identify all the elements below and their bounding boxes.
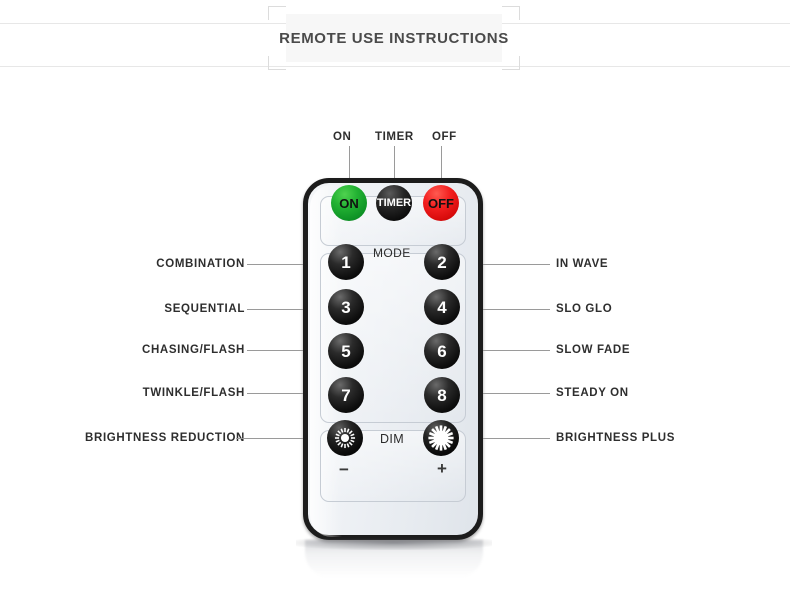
on-button-label: ON (339, 195, 359, 211)
callout-label-combination: COMBINATION (156, 258, 245, 270)
header-title-box: REMOTE USE INSTRUCTIONS (268, 6, 520, 70)
callout-label-chasing-flash: CHASING/FLASH (141, 344, 245, 356)
callout-label-slo-glo: SLO GLO (556, 303, 613, 315)
dim-plus-sign: + (437, 459, 447, 478)
leader-line-slo-glo (483, 309, 550, 310)
leader-line-combination (247, 264, 303, 265)
mode-button-2-label: 2 (437, 252, 447, 272)
leader-line-chasing-flash (247, 350, 303, 351)
leader-line-brightness-reduction (236, 438, 303, 439)
leader-line-slow-fade (483, 350, 550, 351)
dim-section-label: DIM (380, 432, 405, 446)
bracket-top-left-icon (268, 6, 286, 20)
mode-button-3[interactable]: 3 (328, 289, 364, 325)
callout-label-slow-fade: SLOW FADE (556, 344, 631, 356)
mode-button-6-label: 6 (437, 341, 447, 361)
leader-line-in-wave (483, 264, 550, 265)
off-button[interactable]: OFF (423, 185, 459, 221)
leader-line-sequential (247, 309, 303, 310)
callout-label-sequential: SEQUENTIAL (164, 303, 245, 315)
bracket-bottom-left-icon (268, 56, 286, 70)
mode-button-6[interactable]: 6 (424, 333, 460, 369)
mode-button-1[interactable]: 1 (328, 244, 364, 280)
timer-button-label: TIMER (376, 196, 412, 209)
mode-button-7-label: 7 (341, 385, 351, 405)
mode-button-1-label: 1 (341, 252, 351, 272)
bracket-bottom-right-icon (502, 56, 520, 70)
callout-label-twinkle-flash: TWINKLE/FLASH (142, 387, 245, 399)
mode-button-2[interactable]: 2 (424, 244, 460, 280)
callout-label-brightness-plus: BRIGHTNESS PLUS (556, 432, 676, 444)
bracket-top-right-icon (502, 6, 520, 20)
brightness-down-button[interactable] (327, 420, 363, 456)
callout-label-brightness-reduction: BRIGHTNESS REDUCTION (85, 432, 245, 444)
brightness-up-button[interactable] (423, 420, 459, 456)
callout-label-on: ON (333, 131, 352, 143)
mode-section-label: MODE (373, 246, 411, 260)
leader-line-twinkle-flash (247, 393, 303, 394)
mode-button-4[interactable]: 4 (424, 289, 460, 325)
mode-button-5[interactable]: 5 (328, 333, 364, 369)
mode-button-5-label: 5 (341, 341, 351, 361)
instruction-page: REMOTE USE INSTRUCTIONS ON TIMER OFF ON … (0, 0, 790, 608)
sun-small-icon (334, 427, 356, 449)
callout-label-timer: TIMER (375, 131, 414, 143)
callout-label-in-wave: IN WAVE (556, 258, 609, 270)
dim-minus-sign: − (339, 460, 349, 479)
callout-label-steady-on: STEADY ON (556, 387, 629, 399)
header-title-plate: REMOTE USE INSTRUCTIONS (279, 14, 508, 62)
mode-button-4-label: 4 (437, 297, 447, 317)
mode-button-3-label: 3 (341, 297, 351, 317)
callout-label-off: OFF (432, 131, 457, 143)
timer-button[interactable]: TIMER (376, 185, 412, 221)
mode-button-8-label: 8 (437, 385, 447, 405)
mode-button-7[interactable]: 7 (328, 377, 364, 413)
on-button[interactable]: ON (331, 185, 367, 221)
leader-line-brightness-plus (483, 438, 550, 439)
off-button-label: OFF (428, 195, 454, 211)
mode-button-8[interactable]: 8 (424, 377, 460, 413)
leader-line-steady-on (483, 393, 550, 394)
remote-reflection (305, 540, 483, 578)
page-title: REMOTE USE INSTRUCTIONS (279, 29, 509, 47)
sun-large-icon (428, 425, 454, 451)
